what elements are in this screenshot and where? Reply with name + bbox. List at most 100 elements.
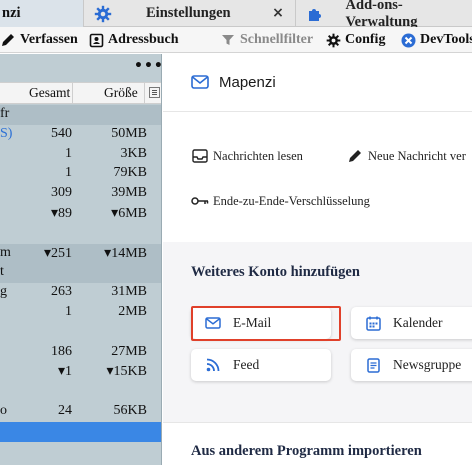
folder-size: 27MB <box>111 343 147 359</box>
filter-icon <box>220 32 236 48</box>
column-size[interactable]: Größe <box>104 85 138 101</box>
tab-settings[interactable]: Einstellungen × <box>84 0 296 27</box>
folder-size: 2MB <box>118 304 147 319</box>
folder-total: 1 <box>65 145 72 161</box>
close-icon[interactable]: × <box>268 3 288 23</box>
e2e-encryption-label: Ende-zu-Ende-Verschlüsselung <box>213 193 370 208</box>
folder-name: o <box>0 403 7 418</box>
folder-name: fr <box>0 106 10 121</box>
folder-total: ▾1 <box>57 364 72 380</box>
column-total[interactable]: Gesamt <box>29 85 70 101</box>
compose-label: Verfassen <box>20 32 78 47</box>
rss-icon <box>203 356 223 374</box>
inbox-icon <box>191 148 209 164</box>
folder-size: 79KB <box>113 165 147 181</box>
addressbook-button[interactable]: Adressbuch <box>88 27 179 53</box>
folder-size: 39MB <box>111 185 147 201</box>
column-picker-icon[interactable] <box>149 87 160 98</box>
folder-row[interactable]: g 263 31MB <box>0 283 161 303</box>
devtools-label: DevTools <box>420 32 472 47</box>
column-divider[interactable] <box>144 83 145 103</box>
add-newsgroup-label: Newsgruppe <box>393 357 462 372</box>
folder-row[interactable]: 1 79KB <box>0 164 161 184</box>
folder-group-row[interactable]: m ▾251 ▾14MB <box>0 243 161 264</box>
folder-size: 3KB <box>120 145 147 161</box>
tab-label: Einstellungen <box>146 5 231 21</box>
folder-row[interactable]: o 24 56KB <box>0 402 161 422</box>
folder-name: g <box>0 284 7 300</box>
account-header: Mapenzi <box>163 54 472 112</box>
folder-row[interactable] <box>0 224 161 244</box>
read-messages-label: Nachrichten lesen <box>213 148 303 163</box>
tab-mapenzi[interactable]: nzi <box>0 0 84 27</box>
tab-bar: nzi Einstellungen × Add-ons-Verwaltung <box>0 0 472 30</box>
folder-size: ▾14MB <box>104 245 147 261</box>
key-icon <box>191 193 209 209</box>
folder-total: 186 <box>51 343 72 359</box>
folder-name: t <box>0 264 4 280</box>
devtools-button[interactable]: DevTools <box>400 27 472 53</box>
folder-row[interactable]: 1 2MB <box>0 303 161 323</box>
main-toolbar: Verfassen Adressbuch Schnellfilter Confi… <box>0 27 472 53</box>
config-label: Config <box>345 32 386 47</box>
pencil-icon <box>0 32 16 48</box>
folder-size: 31MB <box>111 284 147 300</box>
e2e-encryption-link[interactable]: Ende-zu-Ende-Verschlüsselung <box>191 193 370 209</box>
folder-row[interactable]: 309 39MB <box>0 184 161 204</box>
account-title: Mapenzi <box>219 74 276 91</box>
folder-total: 309 <box>51 185 72 201</box>
folder-row[interactable] <box>0 421 161 442</box>
more-options-icon[interactable]: ••• <box>134 58 161 74</box>
calendar-icon <box>363 314 383 332</box>
tab-addons[interactable]: Add-ons-Verwaltung <box>296 0 472 30</box>
folder-size: 50MB <box>111 125 147 141</box>
folder-total: 24 <box>58 403 72 418</box>
folder-total: ▾89 <box>50 206 72 221</box>
folder-pane-header: ••• <box>0 54 161 82</box>
gear-icon <box>325 32 341 48</box>
folder-total: 540 <box>51 125 72 141</box>
read-messages-link[interactable]: Nachrichten lesen <box>191 148 303 164</box>
folder-row[interactable] <box>0 382 161 402</box>
folder-total: 1 <box>65 165 72 181</box>
folder-size: 56KB <box>113 403 147 418</box>
folder-row[interactable]: ▾1 ▾15KB <box>0 362 161 382</box>
folder-size: ▾6MB <box>111 206 147 221</box>
config-button[interactable]: Config <box>325 27 385 53</box>
addressbook-icon <box>88 32 104 48</box>
newsgroup-icon <box>363 356 383 374</box>
folder-row[interactable]: ▾89 ▾6MB <box>0 204 161 224</box>
add-account-section: Weiteres Konto hinzufügen E-Mail Kalende… <box>163 242 472 422</box>
pencil-icon <box>346 148 364 164</box>
tab-label: nzi <box>2 5 21 21</box>
folder-row[interactable] <box>0 323 161 343</box>
add-calendar-label: Kalender <box>393 315 443 330</box>
add-feed-button[interactable]: Feed <box>191 349 331 381</box>
folder-row[interactable]: S) 540 50MB <box>0 125 161 145</box>
folder-group-row[interactable]: t <box>0 263 161 284</box>
folder-group-row[interactable]: fr <box>0 105 161 125</box>
addressbook-label: Adressbuch <box>108 32 179 47</box>
folder-name: m <box>0 244 11 260</box>
add-newsgroup-button[interactable]: Newsgruppe <box>351 349 472 381</box>
add-calendar-button[interactable]: Kalender <box>351 307 472 339</box>
compose-button[interactable]: Verfassen <box>0 27 78 53</box>
folder-total: 1 <box>65 304 72 319</box>
new-message-label: Neue Nachricht ver <box>368 148 466 163</box>
gear-icon <box>92 3 114 25</box>
devtools-icon <box>400 32 416 48</box>
quickfilter-button[interactable]: Schnellfilter <box>220 27 313 53</box>
folder-size: ▾15KB <box>106 364 147 380</box>
puzzle-icon <box>304 3 326 25</box>
add-email-button[interactable]: E-Mail <box>191 307 331 339</box>
folder-pane: ••• Gesamt Größe fr S) 540 50MB 1 3KB 1 79KB 309… <box>0 54 162 465</box>
folder-row[interactable]: 1 3KB <box>0 145 161 165</box>
tab-label: Add-ons-Verwaltung <box>345 0 418 30</box>
folder-row[interactable]: 186 27MB <box>0 343 161 363</box>
column-divider[interactable] <box>72 83 73 103</box>
folder-total: ▾251 <box>43 245 72 261</box>
folder-column-header: Gesamt Größe <box>0 82 161 104</box>
mail-icon <box>191 75 209 89</box>
import-section: Aus anderem Programm importieren <box>163 422 472 465</box>
new-message-link[interactable]: Neue Nachricht ver <box>346 148 466 164</box>
